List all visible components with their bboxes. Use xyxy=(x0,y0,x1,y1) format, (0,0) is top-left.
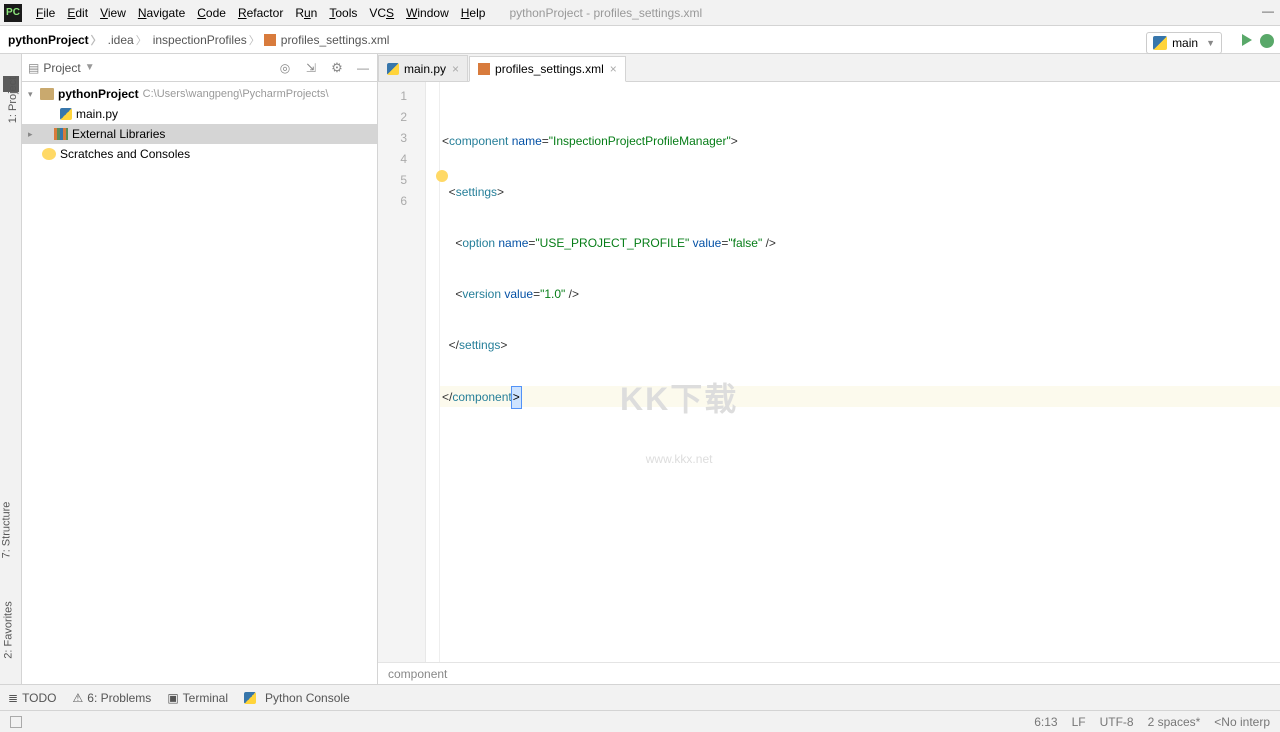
tab-main-py[interactable]: main.py × xyxy=(378,55,468,81)
editor-breadcrumb-item[interactable]: component xyxy=(388,667,447,681)
editor-area: main.py × profiles_settings.xml × 1 2 3 … xyxy=(378,54,1280,684)
status-encoding[interactable]: UTF-8 xyxy=(1100,715,1134,729)
hide-icon[interactable] xyxy=(355,60,371,76)
debug-button[interactable] xyxy=(1260,34,1274,48)
menu-window[interactable]: Window xyxy=(400,4,455,22)
minimize-icon[interactable]: — xyxy=(1262,4,1274,18)
code-area[interactable]: <component name="InspectionProjectProfil… xyxy=(440,82,1280,662)
status-interpreter[interactable]: <No interp xyxy=(1214,715,1270,729)
editor-body[interactable]: 1 2 3 4 5 6 <component name="InspectionP… xyxy=(378,82,1280,662)
watermark: KK下载 www.kkx.net xyxy=(620,342,738,498)
problems-tool[interactable]: ⚠6: Problems xyxy=(73,691,152,705)
cursor: > xyxy=(511,386,522,409)
chevron-down-icon: ▼ xyxy=(1206,38,1215,48)
folder-icon xyxy=(40,88,54,100)
breadcrumb-file[interactable]: profiles_settings.xml xyxy=(279,33,392,47)
libraries-icon xyxy=(54,128,68,140)
close-icon[interactable]: × xyxy=(452,62,459,76)
tab-label: main.py xyxy=(404,62,446,76)
line-gutter: 1 2 3 4 5 6 xyxy=(378,82,426,662)
line-num: 5 xyxy=(378,170,425,191)
scratches-icon xyxy=(42,148,56,160)
run-config-name: main xyxy=(1172,36,1198,50)
menu-navigate[interactable]: Navigate xyxy=(132,4,191,22)
tree-root-path: C:\Users\wangpeng\PycharmProjects\ xyxy=(143,88,329,100)
breadcrumb-idea[interactable]: .idea xyxy=(106,32,151,48)
warning-icon: ⚠ xyxy=(73,691,84,705)
project-panel: ▤ Project ▼ ▾ pythonProject C:\Users\wan… xyxy=(22,54,378,684)
bottom-tool-bar: ≣TODO ⚠6: Problems ▣Terminal Python Cons… xyxy=(0,684,1280,710)
tree-file-main[interactable]: main.py xyxy=(22,104,377,124)
left-label-project[interactable]: 1: Project xyxy=(7,77,19,123)
chevron-down-icon[interactable]: ▾ xyxy=(28,89,40,100)
status-line-ending[interactable]: LF xyxy=(1072,715,1086,729)
menu-bar: PC FFileile Edit View Navigate Code Refa… xyxy=(0,0,1280,26)
project-panel-header: ▤ Project ▼ xyxy=(22,54,377,82)
tree-root-label: pythonProject xyxy=(58,87,139,101)
tree-external-libraries[interactable]: ▸ External Libraries xyxy=(22,124,377,144)
menu-tools[interactable]: Tools xyxy=(323,4,363,22)
status-position[interactable]: 6:13 xyxy=(1034,715,1057,729)
python-file-icon xyxy=(387,63,399,75)
chevron-down-icon[interactable]: ▼ xyxy=(85,62,95,73)
menu-refactor[interactable]: Refactor xyxy=(232,4,289,22)
tree-root[interactable]: ▾ pythonProject C:\Users\wangpeng\Pychar… xyxy=(22,84,377,104)
xml-file-icon xyxy=(264,34,276,46)
tree-libs-label: External Libraries xyxy=(72,127,165,141)
project-tree: ▾ pythonProject C:\Users\wangpeng\Pychar… xyxy=(22,82,377,684)
status-left-icon[interactable] xyxy=(10,716,22,728)
terminal-icon: ▣ xyxy=(167,691,178,705)
menu-view[interactable]: View xyxy=(94,4,132,22)
line-num: 3 xyxy=(378,128,425,149)
python-icon xyxy=(244,692,256,704)
tree-scratches-label: Scratches and Consoles xyxy=(60,147,190,161)
tab-profiles-settings[interactable]: profiles_settings.xml × xyxy=(469,56,626,82)
gear-icon[interactable] xyxy=(329,60,345,76)
run-button[interactable] xyxy=(1242,34,1252,46)
tree-scratches[interactable]: Scratches and Consoles xyxy=(22,144,377,164)
editor-tabs: main.py × profiles_settings.xml × xyxy=(378,54,1280,82)
xml-file-icon xyxy=(478,63,490,75)
menu-edit[interactable]: Edit xyxy=(61,4,94,22)
editor-breadcrumb[interactable]: component xyxy=(378,662,1280,684)
python-file-icon xyxy=(60,108,72,120)
status-bar: 6:13 LF UTF-8 2 spaces* <No interp xyxy=(0,710,1280,732)
menu-file[interactable]: FFileile xyxy=(30,4,61,22)
line-num: 2 xyxy=(378,107,425,128)
todo-tool[interactable]: ≣TODO xyxy=(8,691,57,705)
expand-icon[interactable] xyxy=(303,60,319,76)
chevron-right-icon[interactable]: ▸ xyxy=(28,129,40,140)
intention-bulb-icon[interactable] xyxy=(436,170,448,182)
locate-icon[interactable] xyxy=(277,60,293,76)
window-title: pythonProject - profiles_settings.xml xyxy=(509,6,702,20)
left-label-structure[interactable]: 7: Structure xyxy=(0,502,12,559)
app-icon: PC xyxy=(4,4,22,22)
status-indent[interactable]: 2 spaces* xyxy=(1148,715,1201,729)
python-icon xyxy=(1153,36,1167,50)
menu-help[interactable]: Help xyxy=(455,4,492,22)
list-icon: ≣ xyxy=(8,691,18,705)
tab-label: profiles_settings.xml xyxy=(495,62,604,76)
close-icon[interactable]: × xyxy=(610,62,617,76)
fold-strip[interactable] xyxy=(426,82,440,662)
panel-title[interactable]: Project xyxy=(43,61,80,75)
line-num: 1 xyxy=(378,86,425,107)
menu-vcs[interactable]: VCS xyxy=(363,4,400,22)
left-label-favorites[interactable]: 2: Favorites xyxy=(3,601,15,658)
python-console-tool[interactable]: Python Console xyxy=(244,691,350,705)
menu-code[interactable]: Code xyxy=(191,4,232,22)
line-num: 4 xyxy=(378,149,425,170)
run-configuration-selector[interactable]: main ▼ xyxy=(1146,32,1222,54)
navigation-bar: pythonProject .idea inspectionProfiles p… xyxy=(0,26,1280,54)
tree-file-label: main.py xyxy=(76,107,118,121)
breadcrumb-profiles[interactable]: inspectionProfiles xyxy=(151,32,264,48)
left-tool-strip: 1: Project 7: Structure 2: Favorites xyxy=(0,54,22,684)
terminal-tool[interactable]: ▣Terminal xyxy=(167,691,228,705)
line-num: 6 xyxy=(378,191,425,212)
menu-run[interactable]: Run xyxy=(289,4,323,22)
breadcrumb-root[interactable]: pythonProject xyxy=(6,32,106,48)
